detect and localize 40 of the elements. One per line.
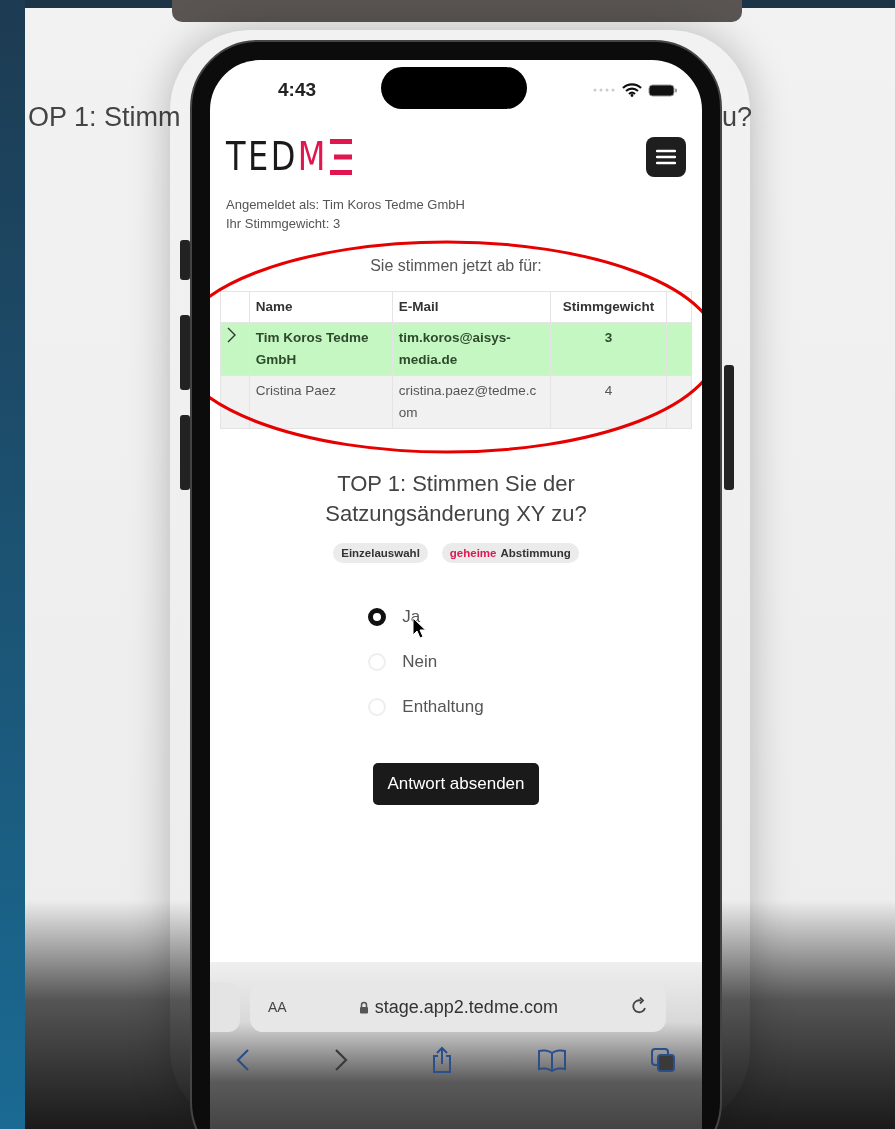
menu-button[interactable] xyxy=(646,136,686,177)
table-cell: 3 xyxy=(550,322,667,376)
table-cell: 4 xyxy=(550,375,667,429)
forward-icon[interactable] xyxy=(333,1048,348,1072)
column-header: Name xyxy=(249,291,393,323)
submit-button[interactable]: Antwort absenden xyxy=(373,763,539,805)
logged-in-text: Angemeldet als: Tim Koros Tedme GmbH xyxy=(226,197,466,212)
backdrop-text: OP 1: Stimm xyxy=(28,102,181,133)
logo-bars-icon xyxy=(330,137,353,176)
share-icon[interactable] xyxy=(431,1046,453,1074)
option-label: Enthaltung xyxy=(402,697,484,717)
tag-label: geheime Abstimmung xyxy=(441,543,579,563)
radio-button[interactable] xyxy=(368,608,387,626)
column-header: Stimmgewicht xyxy=(550,291,667,323)
table-row[interactable]: Cristina Paez cristina.paez@tedme.com 4 xyxy=(220,375,692,429)
column-header: E-Mail xyxy=(392,291,551,323)
back-icon[interactable] xyxy=(236,1048,250,1072)
question-title: TOP 1: Stimmen Sie der Satzungsänderung XY zu? xyxy=(324,470,588,528)
logo-text: TEDM xyxy=(226,134,328,179)
book-icon[interactable] xyxy=(536,1048,567,1072)
lock-icon xyxy=(358,1000,369,1014)
vote-weight-text: Ihr Stimmgewicht: 3 xyxy=(226,216,342,231)
table-row[interactable]: Tim Koros Tedme GmbH tim.koros@aisys-media.de 3 xyxy=(220,322,692,376)
table-cell: Tim Koros Tedme GmbH xyxy=(249,322,393,376)
tabs-icon[interactable] xyxy=(650,1047,676,1073)
chevron-icon xyxy=(227,327,236,343)
status-time: 4:43 xyxy=(278,79,317,101)
url-text: stage.app2.tedme.com xyxy=(374,996,558,1018)
signal-icon xyxy=(592,88,616,92)
option-label: Nein xyxy=(402,652,438,672)
tag-label: Einzelauswahl xyxy=(333,543,428,563)
table-cell: tim.koros@aisys-media.de xyxy=(392,322,551,376)
section-heading: Sie stimmen jetzt ab für: xyxy=(370,257,542,275)
battery-icon xyxy=(648,83,678,97)
table-cell: Cristina Paez xyxy=(249,375,393,429)
table-cell: cristina.paez@tedme.com xyxy=(392,375,551,429)
backdrop-text: u? xyxy=(722,102,753,133)
text-size-button[interactable]: AA xyxy=(268,999,287,1015)
menu-icon xyxy=(656,148,676,165)
wifi-icon xyxy=(622,83,642,97)
